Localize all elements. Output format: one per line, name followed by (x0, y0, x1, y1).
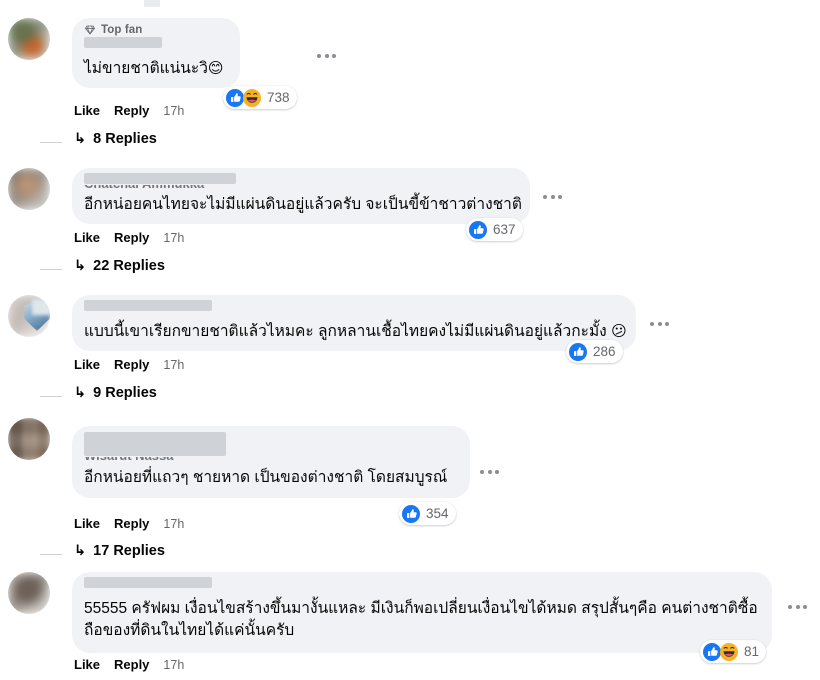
haha-face-icon (243, 88, 261, 107)
reaction-count: 637 (493, 222, 516, 237)
reply-connector-line (40, 396, 62, 397)
reaction-summary[interactable]: 354 (399, 502, 456, 525)
view-replies-button[interactable]: ↳ 22 Replies (74, 258, 165, 274)
comment-more-options-icon[interactable] (543, 195, 562, 199)
comment-bubble: Wisarut Nassa อีกหน่อยที่แถวๆ ชายหาด เป็… (72, 426, 470, 499)
like-button[interactable]: Like (74, 357, 100, 372)
comment-more-options-icon[interactable] (650, 322, 669, 326)
reply-button[interactable]: Reply (114, 516, 149, 531)
comment-text: แบบนี้เขาเรียกขายชาติแล้วไหมคะ ลูกหลานเช… (84, 323, 627, 340)
avatar[interactable] (8, 168, 50, 210)
like-button[interactable]: Like (74, 657, 100, 672)
comment-text-line-1: 55555 ครัฟผม เงื่อนไขสร้างขึ้นมางั้นแหละ… (84, 600, 758, 617)
reply-button[interactable]: Reply (114, 657, 149, 672)
comment-bubble: 55555 ครัฟผม เงื่อนไขสร้างขึ้นมางั้นแหละ… (72, 572, 772, 653)
avatar[interactable] (8, 418, 50, 460)
reply-arrow-icon: ↳ (74, 385, 87, 401)
thumbs-up-icon (703, 642, 721, 661)
avatar[interactable] (8, 18, 50, 60)
comment-actions: Like Reply 17h (74, 230, 184, 245)
reply-button[interactable]: Reply (114, 103, 149, 118)
reaction-count: 286 (593, 344, 616, 359)
view-replies-button[interactable]: ↳ 17 Replies (74, 543, 165, 559)
thumbs-up-icon (569, 342, 587, 361)
comment-more-options-icon[interactable] (788, 605, 807, 609)
replies-count-label: 8 Replies (93, 131, 157, 147)
like-button[interactable]: Like (74, 103, 100, 118)
comment-more-options-icon[interactable] (317, 54, 336, 58)
comment-actions: Like Reply 17h (74, 103, 184, 118)
comment-text-line-2: ถือของที่ดินในไทยได้แค่นั้นครับ (84, 622, 295, 640)
reply-button[interactable]: Reply (114, 357, 149, 372)
reply-arrow-icon: ↳ (74, 131, 87, 147)
haha-face-icon (720, 642, 738, 661)
timestamp[interactable]: 17h (163, 104, 184, 118)
reaction-summary[interactable]: 738 (223, 86, 297, 109)
reaction-count: 738 (267, 90, 290, 105)
view-replies-button[interactable]: ↳ 8 Replies (74, 131, 157, 147)
comment-bubble: Chatchai Ammukka อีกหน่อยคนไทยจะไม่มีแผ่… (72, 168, 530, 225)
timestamp[interactable]: 17h (163, 358, 184, 372)
author-name-redacted (84, 300, 212, 311)
reaction-summary[interactable]: 637 (466, 218, 523, 241)
reply-arrow-icon: ↳ (74, 258, 87, 274)
author-name-redacted (84, 37, 162, 48)
comment-bubble: Top fan ไม่ขายชาติแน่นะวิ😊 (72, 18, 240, 89)
like-button[interactable]: Like (74, 516, 100, 531)
reply-connector-line (40, 554, 62, 555)
timestamp[interactable]: 17h (163, 658, 184, 672)
comment-text: อีกหน่อยที่แถวๆ ชายหาด เป็นของต่างชาติ โ… (84, 469, 448, 486)
timestamp[interactable]: 17h (163, 231, 184, 245)
reply-connector-line (40, 142, 62, 143)
comment-emoji: 😕 (611, 323, 627, 340)
reply-connector-line (40, 269, 62, 270)
gem-icon (84, 24, 96, 36)
comment-actions: Like Reply 17h (74, 516, 184, 531)
reaction-count: 81 (744, 644, 760, 659)
replies-count-label: 17 Replies (93, 543, 165, 559)
view-replies-button[interactable]: ↳ 9 Replies (74, 385, 157, 401)
reply-arrow-icon: ↳ (74, 543, 87, 559)
clipped-content-top (144, 0, 160, 7)
comment-more-options-icon[interactable] (480, 470, 499, 474)
thumbs-up-icon (402, 504, 420, 523)
reaction-summary[interactable]: 81 (700, 640, 767, 663)
top-fan-label: Top fan (101, 24, 143, 36)
comments-thread: Top fan ไม่ขายชาติแน่นะวิ😊 738 Like Repl… (0, 0, 820, 680)
top-fan-badge: Top fan (84, 24, 228, 36)
reply-button[interactable]: Reply (114, 230, 149, 245)
replies-count-label: 22 Replies (93, 258, 165, 274)
like-button[interactable]: Like (74, 230, 100, 245)
comment-actions: Like Reply 17h (74, 657, 184, 672)
avatar[interactable] (8, 295, 50, 337)
timestamp[interactable]: 17h (163, 517, 184, 531)
avatar[interactable] (8, 572, 50, 614)
reaction-summary[interactable]: 286 (566, 340, 623, 363)
comment-emoji: 😊 (207, 60, 224, 77)
thumbs-up-icon (226, 88, 244, 107)
reaction-count: 354 (426, 506, 449, 521)
author-name-redacted (84, 432, 226, 456)
replies-count-label: 9 Replies (93, 385, 157, 401)
comment-actions: Like Reply 17h (74, 357, 184, 372)
thumbs-up-icon (469, 220, 487, 239)
comment-bubble: แบบนี้เขาเรียกขายชาติแล้วไหมคะ ลูกหลานเช… (72, 295, 636, 352)
comment-text: อีกหน่อยคนไทยจะไม่มีแผ่นดินอยู่แล้วครับ … (84, 196, 522, 213)
author-name-redacted (84, 173, 236, 184)
author-name-redacted (84, 577, 212, 588)
comment-text: ไม่ขายชาติแน่นะวิ😊 (84, 60, 224, 77)
